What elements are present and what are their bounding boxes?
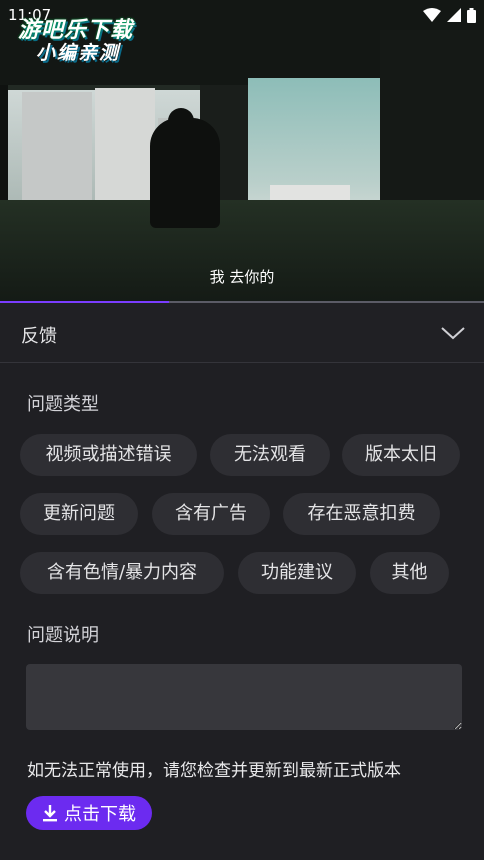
download-icon (43, 805, 57, 822)
chip-video-description-error[interactable]: 视频或描述错误 (20, 434, 197, 476)
signal-icon (447, 8, 461, 22)
scene-building (22, 92, 92, 202)
video-subtitle: 我 去你的 (209, 268, 275, 286)
download-button[interactable]: 点击下载 (26, 796, 152, 830)
chip-feature-suggestion[interactable]: 功能建议 (238, 552, 356, 594)
problem-type-label: 问题类型 (27, 394, 99, 415)
chip-malicious-charges[interactable]: 存在恶意扣费 (283, 493, 440, 535)
watermark-line2: 小编亲测 (36, 42, 121, 64)
scene-building (95, 88, 155, 203)
description-label: 问题说明 (27, 625, 99, 646)
watermark-logo: 游吧乐下载 小编亲测 (8, 10, 148, 66)
scene-figure-head (168, 108, 194, 134)
status-icons (423, 7, 476, 23)
battery-icon (467, 7, 476, 23)
chip-cannot-watch[interactable]: 无法观看 (210, 434, 330, 476)
chip-porn-violence[interactable]: 含有色情/暴力内容 (20, 552, 224, 594)
scene-floor (0, 200, 484, 303)
chip-other[interactable]: 其他 (370, 552, 449, 594)
scene-wall (0, 85, 8, 215)
scene-figures (150, 118, 220, 228)
chip-update-issue[interactable]: 更新问题 (20, 493, 138, 535)
feedback-header: 反馈 (0, 303, 484, 363)
download-label: 点击下载 (64, 804, 136, 825)
wifi-icon (423, 8, 441, 22)
chip-contains-ads[interactable]: 含有广告 (152, 493, 270, 535)
feedback-title: 反馈 (21, 326, 57, 347)
chip-version-too-old[interactable]: 版本太旧 (342, 434, 460, 476)
update-notice: 如无法正常使用，请您检查并更新到最新正式版本 (27, 761, 401, 781)
chevron-down-icon[interactable] (440, 323, 466, 343)
description-input[interactable] (26, 664, 462, 730)
